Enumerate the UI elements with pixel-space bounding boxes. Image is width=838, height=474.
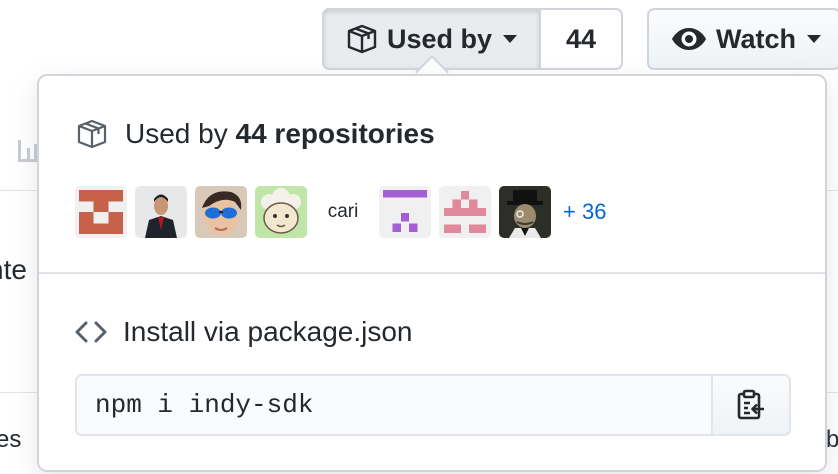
used-by-button-group: Used by 44 bbox=[322, 8, 624, 70]
chevron-down-icon bbox=[503, 35, 518, 43]
avatar-text[interactable]: cari bbox=[315, 186, 371, 238]
watch-button[interactable]: Watch bbox=[647, 8, 838, 70]
background-text-fragment: b bbox=[826, 426, 838, 453]
avatar[interactable] bbox=[75, 186, 127, 238]
used-by-repo-count: 44 repositories bbox=[235, 118, 435, 149]
chevron-down-icon bbox=[807, 35, 821, 43]
dependent-avatars: cari + 36 bbox=[75, 186, 606, 238]
package-icon bbox=[347, 24, 377, 54]
install-title-text: Install via package.json bbox=[123, 316, 413, 347]
avatar[interactable] bbox=[135, 186, 187, 238]
used-by-title-text: Used by 44 repositories bbox=[125, 118, 435, 150]
used-by-label: Used by bbox=[387, 23, 493, 54]
watch-label: Watch bbox=[716, 23, 796, 54]
avatar[interactable] bbox=[499, 186, 551, 238]
copy-button[interactable] bbox=[711, 376, 789, 434]
avatar[interactable] bbox=[195, 186, 247, 238]
watch-button-group: Watch bbox=[647, 8, 838, 70]
avatar[interactable] bbox=[255, 186, 307, 238]
used-by-popover: Used by 44 repositories cari + 36 Instal… bbox=[37, 74, 827, 472]
popover-divider bbox=[39, 272, 825, 274]
used-by-prefix: Used by bbox=[125, 118, 228, 149]
install-title: Install via package.json bbox=[75, 316, 413, 348]
background-text-fragment: es bbox=[0, 426, 22, 453]
code-icon bbox=[75, 321, 107, 343]
background-text-fragment: nte bbox=[0, 254, 27, 285]
install-command-input[interactable] bbox=[77, 376, 711, 434]
package-icon bbox=[77, 119, 107, 149]
install-command-box bbox=[75, 374, 791, 436]
used-by-count[interactable]: 44 bbox=[541, 8, 624, 70]
more-dependents-link[interactable]: + 36 bbox=[563, 199, 606, 225]
eye-icon bbox=[672, 28, 706, 50]
avatar[interactable] bbox=[379, 186, 431, 238]
avatar[interactable] bbox=[439, 186, 491, 238]
used-by-title: Used by 44 repositories bbox=[75, 118, 435, 150]
clipboard-icon bbox=[737, 389, 764, 420]
